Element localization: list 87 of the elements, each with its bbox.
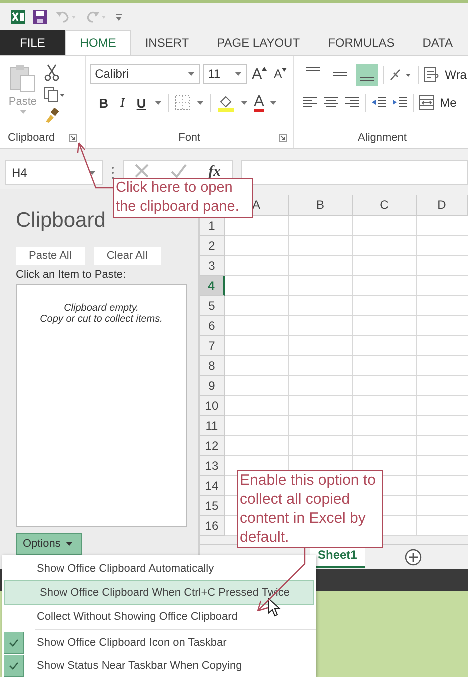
menu-item[interactable]: Show Status Near Taskbar When Copying <box>2 654 316 677</box>
increase-indent-icon[interactable] <box>392 96 408 110</box>
caret-icon <box>89 170 96 174</box>
font-name-field[interactable]: Calibri <box>90 64 200 84</box>
format-button[interactable]: U <box>134 96 150 110</box>
row-header[interactable]: 10 <box>200 396 225 416</box>
group-label: Font <box>178 132 201 144</box>
decrease-font-button[interactable]: A <box>272 67 290 81</box>
copy-icon[interactable] <box>44 87 66 103</box>
format-button[interactable]: I <box>117 95 128 111</box>
caret-icon <box>270 101 278 105</box>
fill-color-icon[interactable] <box>217 94 236 112</box>
clipboard-list[interactable]: Clipboard empty. Copy or cut to collect items. <box>16 284 187 527</box>
decrease-indent-icon[interactable] <box>371 96 388 110</box>
callout-tooltip: Click here to open the clipboard pane. <box>113 178 253 218</box>
paste-clipboard-icon[interactable] <box>8 64 38 94</box>
merge-label[interactable]: Me <box>440 96 457 110</box>
ribbon-tab[interactable]: HOME <box>65 30 132 55</box>
format-painter-icon[interactable] <box>44 108 60 124</box>
up-arrow-icon <box>262 66 268 70</box>
scissors-icon[interactable] <box>44 64 60 82</box>
align-right-icon[interactable] <box>344 96 360 110</box>
dialog-launcher-icon[interactable] <box>69 134 78 142</box>
font-size-field[interactable]: 11 <box>203 64 248 84</box>
mouse-cursor-icon <box>268 598 282 618</box>
align-center-icon[interactable] <box>323 96 340 110</box>
row-header[interactable]: 8 <box>200 356 225 376</box>
drag-handle-icon[interactable] <box>111 166 115 180</box>
pane-button[interactable]: Clear All <box>94 247 161 265</box>
row-header[interactable]: 4 <box>200 276 225 296</box>
excel-logo-icon <box>10 8 26 24</box>
ribbon-tab[interactable]: DATA <box>408 31 467 55</box>
menu-item[interactable]: Collect Without Showing Office Clipboard <box>2 605 316 628</box>
wrap-text-label[interactable]: Wra <box>445 68 467 82</box>
align-left-icon[interactable] <box>302 96 318 110</box>
row-header[interactable]: 13 <box>200 456 225 476</box>
group-label: Clipboard <box>8 132 56 144</box>
caret-icon <box>197 101 204 105</box>
caret-icon <box>20 110 26 115</box>
borders-icon[interactable] <box>175 95 192 111</box>
row-header[interactable]: 14 <box>200 476 225 496</box>
vertical-align-icon[interactable] <box>356 64 378 86</box>
row-header[interactable]: 11 <box>200 416 225 436</box>
column-header[interactable]: D <box>417 195 468 216</box>
callout-tooltip: Enable this option to collect all copied content in Excel by default. <box>237 470 383 548</box>
group-label: Alignment <box>358 132 407 144</box>
save-icon[interactable] <box>32 8 48 24</box>
formula-field[interactable] <box>241 160 468 185</box>
row-header[interactable]: 3 <box>200 256 225 276</box>
row-header[interactable]: 6 <box>200 316 225 336</box>
pane-button[interactable]: Paste All <box>16 247 85 265</box>
name-box[interactable]: H4 <box>5 160 103 185</box>
column-header[interactable]: B <box>289 195 353 216</box>
caret-icon <box>235 72 242 76</box>
column-header[interactable]: C <box>353 195 417 216</box>
format-button[interactable]: B <box>96 96 112 110</box>
text-orientation-icon[interactable] <box>389 67 414 83</box>
row-header[interactable]: 16 <box>200 516 225 536</box>
file-tab[interactable]: FILE <box>0 30 66 55</box>
caret-icon <box>188 72 196 76</box>
insert-function-button[interactable]: fx <box>208 164 222 181</box>
down-arrow-icon <box>282 68 288 72</box>
caret-icon <box>66 542 73 546</box>
caret-icon <box>241 101 248 105</box>
merge-cells-icon[interactable] <box>419 95 436 111</box>
row-header[interactable]: 15 <box>200 496 225 516</box>
ribbon-tab[interactable]: PAGE LAYOUT <box>203 31 314 55</box>
row-header[interactable]: 2 <box>200 236 225 256</box>
pane-title: Clipboard <box>16 209 107 234</box>
add-sheet-icon[interactable] <box>405 548 422 566</box>
dialog-launcher-icon[interactable] <box>279 134 288 142</box>
menu-item[interactable]: Show Office Clipboard Icon on Taskbar <box>2 631 316 654</box>
font-color-button[interactable]: A <box>254 94 264 112</box>
caret-icon <box>155 101 162 105</box>
options-button[interactable]: Options <box>16 533 82 555</box>
empty-message: Copy or cut to collect items. <box>40 314 163 325</box>
row-header[interactable]: 1 <box>200 216 225 236</box>
row-header[interactable]: 5 <box>200 296 225 316</box>
ribbon-tab[interactable]: INSERT <box>131 31 204 55</box>
increase-font-button[interactable]: A <box>250 66 270 82</box>
wrap-text-icon[interactable] <box>424 67 440 83</box>
empty-message: Clipboard empty. <box>64 303 139 314</box>
ribbon-tab[interactable]: FORMULAS <box>314 31 409 55</box>
row-header[interactable]: 9 <box>200 376 225 396</box>
row-header[interactable]: 12 <box>200 436 225 456</box>
pane-prompt: Click an Item to Paste: <box>16 269 128 281</box>
row-header[interactable]: 7 <box>200 336 225 356</box>
